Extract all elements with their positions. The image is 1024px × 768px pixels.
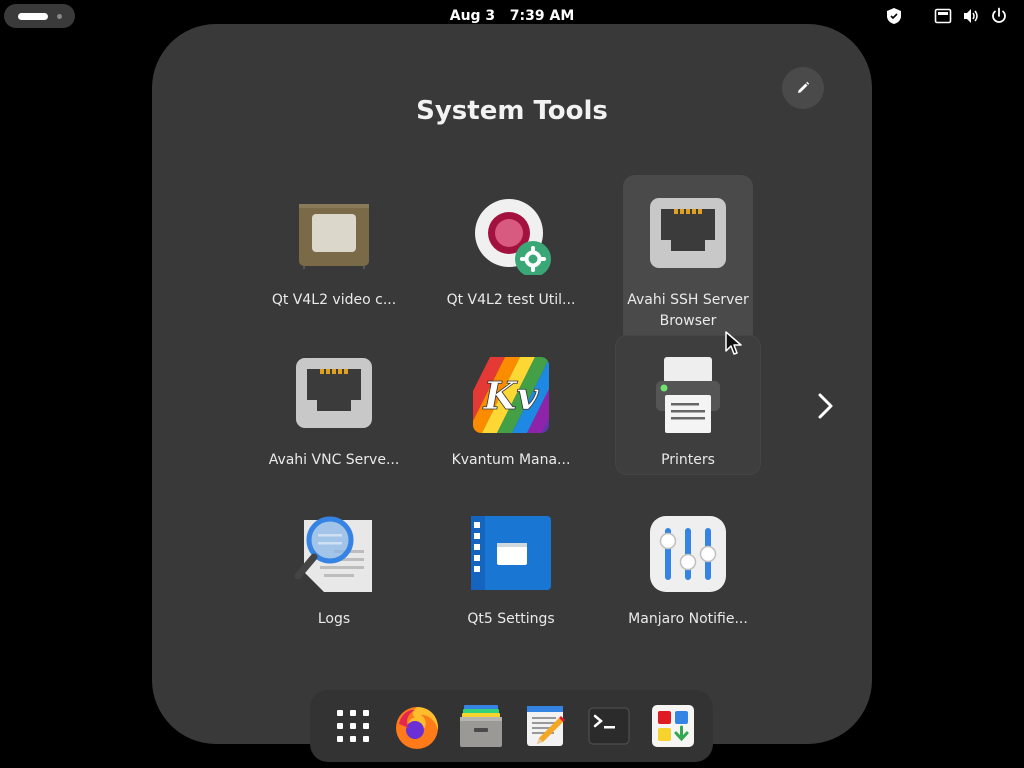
app-label: Printers: [661, 452, 715, 468]
app-label: Avahi VNC Serve...: [268, 452, 400, 468]
app-kvantum-manager[interactable]: Kv Kvantum Mana...: [438, 335, 584, 485]
mouse-cursor-icon: [725, 331, 742, 355]
printer-icon: [656, 357, 720, 433]
logs-icon: [294, 516, 372, 592]
mixer-sliders-icon: [650, 516, 726, 592]
app-label: Qt V4L2 test Util...: [446, 292, 576, 308]
network-port-icon: [296, 358, 372, 428]
app-manjaro-notifier[interactable]: Manjaro Notifie...: [615, 494, 761, 644]
app-label: Logs: [317, 611, 351, 627]
text-editor-icon[interactable]: [519, 700, 571, 752]
folder-title[interactable]: System Tools: [152, 96, 872, 126]
shield-icon[interactable]: [885, 7, 903, 25]
webcam-settings-icon: [475, 199, 551, 275]
show-apps-icon[interactable]: [327, 700, 379, 752]
app-label: Manjaro Notifie...: [628, 611, 748, 627]
app-avahi-ssh-server-browser[interactable]: Avahi SSH Server Browser: [623, 175, 753, 345]
app-qt-v4l2-video-capture[interactable]: Qt V4L2 video c...: [261, 175, 407, 325]
workspace-indicator: [57, 14, 62, 19]
app-logs[interactable]: Logs: [261, 494, 407, 644]
workspace-indicator-active: [18, 13, 48, 20]
pencil-icon: [798, 81, 810, 93]
network-port-icon: [650, 198, 726, 268]
volume-icon[interactable]: [962, 7, 980, 25]
power-icon[interactable]: [990, 7, 1008, 25]
firefox-icon[interactable]: [391, 700, 443, 752]
app-label: Qt5 Settings: [467, 611, 555, 627]
app-avahi-vnc-server-browser[interactable]: Avahi VNC Serve...: [261, 335, 407, 485]
network-wired-icon[interactable]: [934, 7, 952, 25]
kvantum-icon: Kv: [473, 357, 549, 433]
app-qt5-settings[interactable]: Qt5 Settings: [438, 494, 584, 644]
app-label: Kvantum Mana...: [451, 452, 571, 468]
app-label: Avahi SSH Server Browser: [627, 292, 749, 329]
svg-text:Kv: Kv: [482, 373, 539, 418]
video-capture-icon: [299, 204, 369, 269]
next-page-arrow-icon[interactable]: [810, 388, 842, 424]
file-cabinet-icon[interactable]: [455, 700, 507, 752]
qt-settings-icon: [471, 516, 551, 590]
app-qt-v4l2-test-utility[interactable]: Qt V4L2 test Util...: [438, 175, 584, 325]
clock[interactable]: Aug 3 7:39 AM: [430, 8, 594, 24]
rename-folder-button[interactable]: [782, 67, 824, 109]
dash: [310, 690, 713, 762]
activities-button[interactable]: [4, 4, 75, 28]
software-store-icon[interactable]: [647, 700, 699, 752]
terminal-icon[interactable]: [583, 700, 635, 752]
app-label: Qt V4L2 video c...: [271, 292, 397, 308]
